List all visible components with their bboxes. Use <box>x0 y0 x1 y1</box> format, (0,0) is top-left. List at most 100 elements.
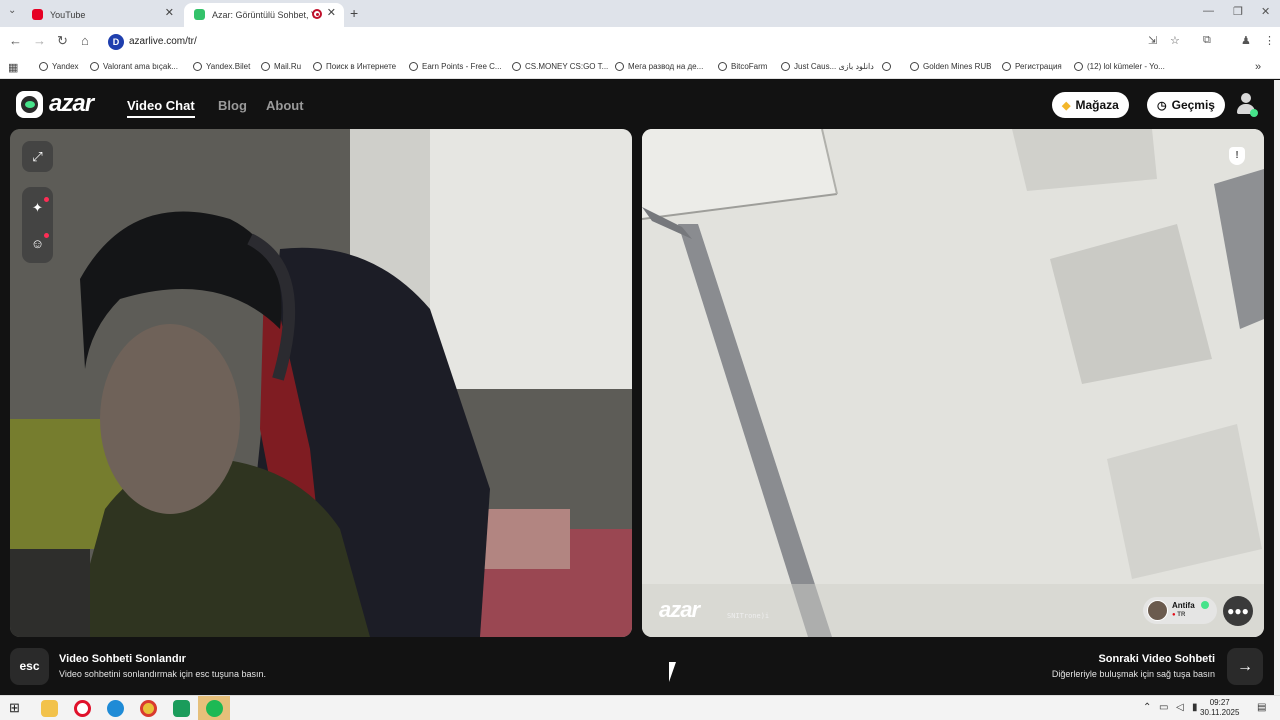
install-app-icon[interactable]: ⇲ <box>1148 34 1157 47</box>
notifications-icon[interactable]: ▤ <box>1257 702 1266 713</box>
speaker-icon[interactable]: ◁ <box>1176 702 1184 713</box>
globe-icon <box>193 62 202 71</box>
bookmark-item[interactable]: Регистрация <box>1002 62 1062 71</box>
bookmark-item[interactable]: (12) lol kümeler - Yo... <box>1074 62 1165 71</box>
end-chat-button[interactable]: esc <box>10 648 49 685</box>
windows-taskbar: ⊞ ⌃ ▭ ◁ ▮ 09:27 30.11.2025 ▤ <box>0 695 1280 720</box>
new-badge-icon <box>44 233 49 238</box>
azar-favicon-icon <box>194 9 205 20</box>
microphone-icon[interactable]: ▮ <box>1192 702 1198 713</box>
bookmark-star-icon[interactable]: ☆ <box>1170 34 1180 47</box>
bookmarks-bar: ▦ Yandex Valorant ama bıçak... Yandex.Bi… <box>0 57 1280 79</box>
peer-avatar <box>1147 600 1168 621</box>
tab-search-icon[interactable]: ⌄ <box>8 5 16 16</box>
gem-icon: ◆ <box>1062 99 1071 112</box>
url-text[interactable]: azarlive.com/tr/ <box>129 36 197 47</box>
close-window-icon[interactable]: ✕ <box>1261 5 1270 18</box>
peer-name: Antifa <box>1172 601 1195 610</box>
nav-blog[interactable]: Blog <box>218 98 247 113</box>
bookmark-item[interactable]: CS.MONEY CS:GO T... <box>512 62 608 71</box>
turkey-flag-icon: ● <box>1172 612 1176 618</box>
bookmark-item[interactable]: Yandex.Bilet <box>193 62 250 71</box>
history-label: Geçmiş <box>1171 98 1215 112</box>
globe-icon <box>615 62 624 71</box>
fullscreen-toggle-button[interactable]: ⤢ <box>22 141 53 172</box>
globe-icon <box>409 62 418 71</box>
new-badge-icon <box>44 197 49 202</box>
history-button[interactable]: ◷ Geçmiş <box>1147 92 1225 118</box>
back-icon[interactable]: ← <box>9 33 22 48</box>
nav-about[interactable]: About <box>266 98 304 113</box>
bookmark-item[interactable]: Just Caus... دانلود بازی <box>781 62 874 71</box>
bookmark-item[interactable]: Поиск в Интернете <box>313 62 396 71</box>
system-clock[interactable]: 09:27 30.11.2025 <box>1200 698 1239 718</box>
page-scrollbar[interactable] <box>1274 80 1280 695</box>
globe-icon <box>910 62 919 71</box>
report-button[interactable]: ! <box>1229 147 1245 165</box>
site-info-icon[interactable]: D <box>108 34 124 50</box>
smiley-face-icon: ☺ <box>30 236 45 251</box>
start-button[interactable]: ⊞ <box>9 700 20 716</box>
extensions-icon[interactable]: ⧉ <box>1203 34 1211 47</box>
globe-icon <box>261 62 270 71</box>
bookmark-item[interactable]: Earn Points - Free C... <box>409 62 502 71</box>
more-bookmarks-icon[interactable]: » <box>1255 61 1261 73</box>
bookmark-item[interactable]: Mail.Ru <box>261 62 301 71</box>
mask-effect-button[interactable]: ☺ <box>22 228 53 259</box>
maximize-window-icon[interactable]: ❐ <box>1233 5 1243 18</box>
avatar-head <box>1241 93 1251 103</box>
globe-icon <box>313 62 322 71</box>
next-chat-title: Sonraki Video Sohbeti <box>1098 653 1215 665</box>
chrome-icon[interactable] <box>140 700 157 717</box>
peer-video-panel <box>642 129 1264 637</box>
apps-grid-icon[interactable]: ▦ <box>8 61 18 74</box>
address-bar[interactable]: D azarlive.com/tr/ <box>101 30 1196 54</box>
bookmark-item[interactable]: BitcoFarm <box>718 62 767 71</box>
bookmark-item[interactable]: Yandex <box>39 62 79 71</box>
spotify-icon[interactable] <box>206 700 223 717</box>
bookmark-item[interactable] <box>882 62 895 71</box>
menu-icon[interactable]: ⋮ <box>1264 34 1275 47</box>
profile-icon[interactable]: ♟ <box>1241 34 1251 47</box>
bookmark-item[interactable]: Golden Mines RUB <box>910 62 991 71</box>
edge-icon[interactable] <box>107 700 124 717</box>
bookmark-item[interactable]: Мега развод на де... <box>615 62 703 71</box>
close-tab-icon[interactable]: ✕ <box>327 6 336 19</box>
nav-video-chat[interactable]: Video Chat <box>127 98 195 118</box>
tray-overflow-icon[interactable]: ⌃ <box>1143 702 1151 713</box>
globe-icon <box>90 62 99 71</box>
azar-logo-icon[interactable] <box>16 91 43 118</box>
beauty-filter-button[interactable]: ✦ <box>22 192 53 223</box>
end-chat-subtitle: Video sohbetini sonlandırmak için esc tu… <box>59 669 266 679</box>
bookmark-item[interactable]: Valorant ama bıçak... <box>90 62 178 71</box>
peer-country-code: TR <box>1177 612 1186 618</box>
close-tab-icon[interactable]: ✕ <box>165 6 174 19</box>
azar-logo-text[interactable]: azar <box>49 90 94 118</box>
opera-icon[interactable] <box>74 700 91 717</box>
globe-icon <box>1002 62 1011 71</box>
forward-icon[interactable]: → <box>33 33 46 48</box>
tab-youtube[interactable]: YouTube ✕ <box>22 3 182 27</box>
online-status-icon <box>1250 109 1258 117</box>
report-icon: ! <box>1235 150 1239 161</box>
sparkle-icon: ✦ <box>32 200 43 215</box>
new-tab-button[interactable]: + <box>350 5 358 21</box>
reload-icon[interactable]: ↻ <box>57 33 68 49</box>
network-icon[interactable]: ▭ <box>1159 702 1168 713</box>
next-chat-button[interactable]: → <box>1227 648 1263 685</box>
home-icon[interactable]: ⌂ <box>81 33 89 48</box>
user-avatar[interactable] <box>1236 93 1258 117</box>
tab-azar[interactable]: Azar: Görüntülü Sohbet, Ye ✕ <box>184 3 344 27</box>
mouse-cursor-icon <box>669 662 683 682</box>
peer-country: ● TR <box>1172 612 1185 618</box>
android-app-icon[interactable] <box>173 700 190 717</box>
file-explorer-icon[interactable] <box>41 700 58 717</box>
store-button[interactable]: ◆ Mağaza <box>1052 92 1129 118</box>
expand-icon: ⤢ <box>32 149 43 164</box>
store-label: Mağaza <box>1075 98 1119 112</box>
youtube-favicon-icon <box>32 9 43 20</box>
browser-tab-strip: ⌄ YouTube ✕ Azar: Görüntülü Sohbet, Ye ✕… <box>0 0 1280 27</box>
minimize-window-icon[interactable]: — <box>1203 5 1214 17</box>
chat-button[interactable]: ●●● <box>1223 596 1253 626</box>
peer-profile-chip[interactable]: Antifa ● TR <box>1143 597 1217 624</box>
